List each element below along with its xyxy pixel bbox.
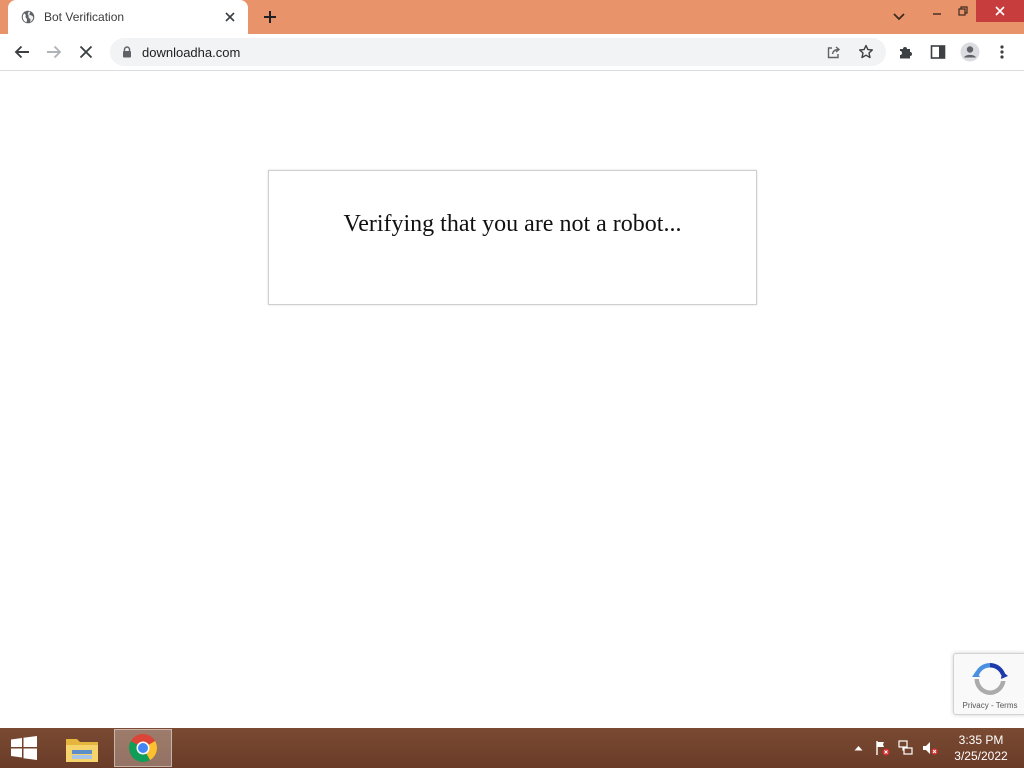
clock-time: 3:35 PM — [958, 733, 1004, 747]
window-close-button[interactable] — [976, 0, 1024, 22]
recaptcha-logo-icon — [968, 659, 1012, 699]
file-explorer-folder-icon[interactable] — [56, 729, 108, 767]
back-arrow-icon[interactable] — [9, 39, 35, 65]
browser-toolbar: downloadha.com — [0, 34, 1024, 71]
clock-date: 3/25/2022 — [954, 749, 1008, 763]
windows-start-icon[interactable] — [4, 730, 44, 766]
window-minimize-button[interactable] — [924, 0, 950, 22]
side-panel-icon[interactable] — [925, 39, 951, 65]
tab-close-icon[interactable] — [222, 9, 238, 25]
recaptcha-link-separator: - — [990, 701, 994, 710]
browser-tab[interactable]: Bot Verification — [8, 0, 248, 34]
screen: Bot Verification downloadha.com Verifyin… — [0, 0, 1024, 768]
volume-muted-icon[interactable] — [920, 738, 940, 758]
lock-icon[interactable] — [120, 45, 134, 59]
browser-tabstrip: Bot Verification — [0, 0, 1024, 34]
page-viewport: Verifying that you are not a robot... Pr… — [0, 71, 1024, 728]
recaptcha-terms-link[interactable]: Terms — [996, 701, 1018, 710]
forward-arrow-icon[interactable] — [41, 39, 67, 65]
show-hidden-icons-arrow-icon[interactable] — [848, 738, 868, 758]
bookmark-star-icon[interactable] — [853, 39, 879, 65]
share-icon[interactable] — [821, 39, 847, 65]
chrome-taskbar-icon[interactable] — [114, 729, 172, 767]
extensions-puzzle-icon[interactable] — [893, 39, 919, 65]
recaptcha-privacy-link[interactable]: Privacy — [963, 701, 989, 710]
tab-title: Bot Verification — [44, 10, 125, 24]
action-center-flag-icon[interactable] — [872, 738, 892, 758]
recaptcha-badge[interactable]: Privacy - Terms — [953, 653, 1024, 715]
stop-loading-icon[interactable] — [73, 39, 99, 65]
new-tab-plus-icon[interactable] — [258, 6, 282, 28]
window-restore-button[interactable] — [950, 0, 976, 22]
globe-icon — [20, 9, 36, 25]
url-text[interactable]: downloadha.com — [142, 45, 240, 60]
recaptcha-links: Privacy - Terms — [954, 701, 1024, 710]
more-menu-icon[interactable] — [989, 39, 1015, 65]
profile-avatar-icon[interactable] — [957, 39, 983, 65]
address-bar[interactable]: downloadha.com — [110, 38, 886, 66]
verification-message: Verifying that you are not a robot... — [343, 211, 682, 237]
tab-search-chevron-down-icon[interactable] — [888, 7, 910, 27]
network-icon[interactable] — [896, 738, 916, 758]
windows-taskbar: 3:35 PM 3/25/2022 — [0, 728, 1024, 768]
verification-box: Verifying that you are not a robot... — [268, 170, 757, 305]
taskbar-clock[interactable]: 3:35 PM 3/25/2022 — [946, 732, 1016, 764]
